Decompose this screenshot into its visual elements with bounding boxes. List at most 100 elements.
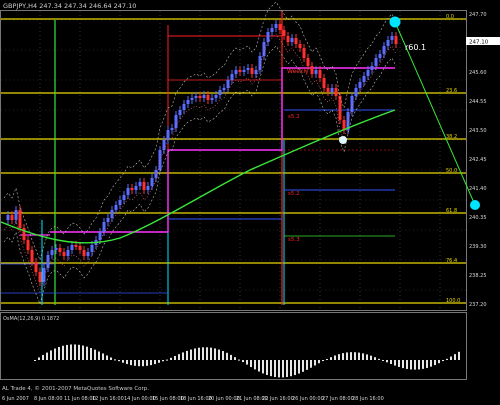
candle-body	[114, 205, 118, 210]
osma-bar	[270, 360, 272, 377]
osma-bar	[166, 359, 168, 361]
candle-body	[14, 210, 18, 220]
time-tick: 26 Jun 00:00	[292, 396, 324, 402]
osma-bar	[374, 357, 376, 360]
candle-body	[174, 115, 178, 128]
osma-bar	[214, 348, 216, 360]
osma-bar	[342, 353, 344, 360]
osma-bar	[142, 360, 144, 367]
osma-bar	[282, 360, 284, 378]
candle-body	[126, 188, 130, 195]
candle-body	[278, 24, 282, 30]
fib-tag: 50.0	[446, 168, 457, 174]
cyan-point-top	[389, 16, 401, 28]
candle-body	[310, 66, 314, 74]
osma-bar	[262, 360, 264, 374]
osma-bar	[242, 360, 244, 363]
osma-bar	[122, 360, 124, 363]
osma-bar	[274, 360, 276, 378]
osma-bar	[158, 360, 160, 363]
candle-body	[18, 210, 22, 228]
osma-bar	[110, 357, 112, 360]
candle-body	[214, 95, 218, 98]
candle-body	[286, 36, 290, 42]
copyright-text: AL Trade 4, © 2001-2007 MetaQuotes Softw…	[2, 385, 149, 392]
price-badge: 247.10	[469, 40, 489, 46]
osma-bar	[314, 360, 316, 366]
candle-body	[74, 245, 78, 247]
osma-bar	[402, 360, 404, 369]
candle-body	[62, 252, 66, 256]
candle-body	[298, 44, 302, 48]
osma-bar	[250, 360, 252, 368]
osma-bar	[198, 347, 200, 360]
candle-body	[362, 76, 366, 82]
candle-body	[350, 96, 354, 112]
osma-bar	[430, 360, 432, 367]
osma-bar	[178, 354, 180, 360]
osma-bar	[354, 352, 356, 360]
candle-body	[358, 82, 362, 88]
candle-body	[326, 88, 330, 92]
osma-bar	[322, 360, 324, 362]
candle-body	[190, 98, 194, 100]
price-tick: 237.20	[469, 302, 487, 308]
candle-body	[378, 54, 382, 58]
fib-tag: 61.8	[446, 208, 457, 214]
candle-body	[274, 24, 278, 28]
candle-body	[246, 68, 250, 70]
osma-bar	[446, 358, 448, 360]
candle-body	[186, 100, 190, 104]
indicator-label: OsMA(12,26,9) 0.1872	[3, 316, 59, 322]
osma-bar	[398, 360, 400, 367]
candle-body	[154, 170, 158, 178]
candle-body	[234, 70, 238, 74]
candle-body	[370, 66, 374, 70]
candle-body	[266, 32, 270, 42]
candle-body	[294, 38, 298, 44]
osma-bar	[286, 360, 288, 378]
candle-body	[202, 95, 206, 98]
candle-body	[290, 38, 294, 42]
osma-bar	[266, 360, 268, 375]
osma-bar	[114, 359, 116, 361]
osma-bar	[318, 360, 320, 364]
osma-bar	[418, 360, 420, 370]
osma-bar	[238, 359, 240, 361]
price-chart[interactable]: 0.0 23.6 38.2 50.0 61.8 76.4 100.0 s5.2 s5.2 s5.3…	[0, 0, 500, 405]
candle-body	[70, 245, 74, 250]
osma-bar	[310, 360, 312, 368]
osma-bar	[334, 355, 336, 360]
candle-body	[50, 250, 54, 255]
osma-bar	[126, 360, 128, 365]
fib-tag: 76.4	[446, 258, 457, 264]
osma-bar	[86, 346, 88, 360]
candle-body	[110, 210, 114, 218]
candle-body	[322, 78, 326, 88]
osma-bar	[50, 350, 52, 360]
candle-body	[390, 36, 394, 40]
osma-bar	[98, 351, 100, 360]
candle-body	[166, 130, 170, 140]
osma-bar	[454, 354, 456, 360]
osma-bar	[230, 354, 232, 360]
osma-bar	[90, 348, 92, 360]
candle-body	[122, 195, 126, 200]
candle-body	[66, 250, 70, 256]
candle-body	[78, 246, 82, 250]
osma-bar	[226, 352, 228, 360]
osma-bar	[74, 344, 76, 360]
osma-bar	[382, 360, 384, 361]
fib-tag: 100.0	[446, 298, 460, 304]
candle-body	[146, 186, 150, 190]
price-tick: 243.50	[469, 128, 487, 134]
candle-body	[106, 218, 110, 222]
osma-bar	[42, 354, 44, 360]
osma-bar	[338, 354, 340, 360]
candle-body	[334, 88, 338, 96]
candle-body	[198, 96, 202, 98]
annotation-main: r60.1	[405, 43, 426, 52]
chart-window[interactable]: 0.0 23.6 38.2 50.0 61.8 76.4 100.0 s5.2 s5.2 s5.3…	[0, 0, 500, 405]
time-tick: 15 Jun 08:00	[152, 396, 184, 402]
osma-bar	[34, 360, 36, 361]
